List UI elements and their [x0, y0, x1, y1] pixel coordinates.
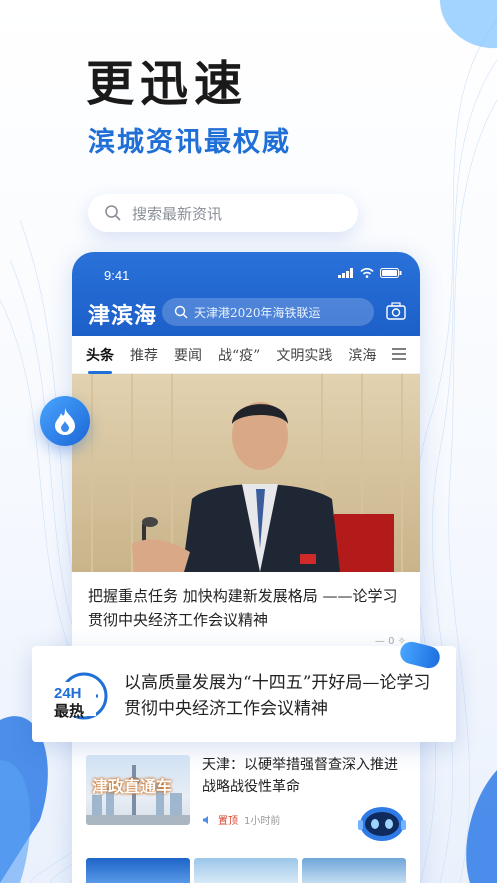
search-icon [105, 205, 121, 221]
robot-assistant-icon[interactable] [356, 800, 408, 844]
signal-icon [338, 268, 353, 278]
speaker-icon [203, 815, 208, 824]
badge-bottom-text: 最热 [54, 702, 84, 720]
hero-title: 更迅速 [86, 56, 249, 112]
app-search-bar[interactable]: 天津港2020年海铁联运 [162, 298, 374, 326]
battery-icon [380, 268, 402, 278]
wifi-icon [360, 268, 374, 278]
news-item-meta: 置顶 1小时前 [202, 812, 280, 827]
hot-news-card[interactable]: 24H 最热 以高质量发展为“十四五”开好局—论学习贯彻中央经济工作会议精神 [32, 646, 456, 742]
tab-binhai[interactable]: 滨海 [348, 345, 376, 365]
tab-recommend[interactable]: 推荐 [130, 345, 158, 365]
thumbnail-2[interactable] [194, 858, 298, 883]
headline-news-title[interactable]: 把握重点任务 加快构建新发展格局 ——论学习贯彻中央经济工作会议精神 [72, 572, 420, 632]
thumbnail-1[interactable] [86, 858, 190, 883]
outer-search-bar[interactable]: 搜索最新资讯 [88, 194, 358, 232]
hot-news-text: 以高质量发展为“十四五”开好局—论学习贯彻中央经济工作会议精神 [124, 673, 431, 719]
outer-search-placeholder: 搜索最新资讯 [132, 204, 223, 223]
thumbnail-label: 津政直通车 [92, 777, 173, 796]
camera-icon[interactable] [386, 302, 406, 320]
news-time: 1小时前 [244, 816, 281, 827]
flame-icon [55, 408, 75, 435]
headline-photo[interactable] [72, 374, 420, 572]
tab-news[interactable]: 要闻 [174, 345, 202, 365]
news-thumbnail[interactable]: 津政直通车 [86, 755, 190, 825]
news-item-title[interactable]: 天津：以硬举措强督查深入推进战略战役性革命 [202, 754, 410, 798]
app-logo: 津滨海 [88, 303, 158, 329]
news-source-tag: 置顶 [218, 816, 238, 827]
search-icon [174, 305, 188, 319]
tab-epidemic[interactable]: 战“疫” [218, 345, 260, 365]
status-icons [338, 268, 402, 278]
channel-tabs: 头条 推荐 要闻 战“疫” 文明实践 滨海 [72, 336, 420, 374]
24h-hot-badge: 24H 最热 [50, 672, 108, 720]
thumbnail-row [86, 858, 406, 883]
hero-subtitle: 滨城资讯最权威 [88, 127, 291, 158]
status-time: 9:41 [104, 268, 130, 283]
app-header: 9:41 津滨海 天津港2020年海铁联运 [72, 252, 420, 336]
tab-civilization[interactable]: 文明实践 [276, 345, 332, 365]
tab-headline[interactable]: 头条 [86, 345, 114, 374]
thumbnail-3[interactable] [302, 858, 406, 883]
hot-flame-button[interactable] [40, 396, 90, 446]
app-search-text: 天津港2020年海铁联运 [194, 305, 321, 320]
badge-top-text: 24H [54, 685, 82, 702]
menu-icon[interactable] [392, 348, 406, 360]
photo-illustration [72, 374, 420, 572]
